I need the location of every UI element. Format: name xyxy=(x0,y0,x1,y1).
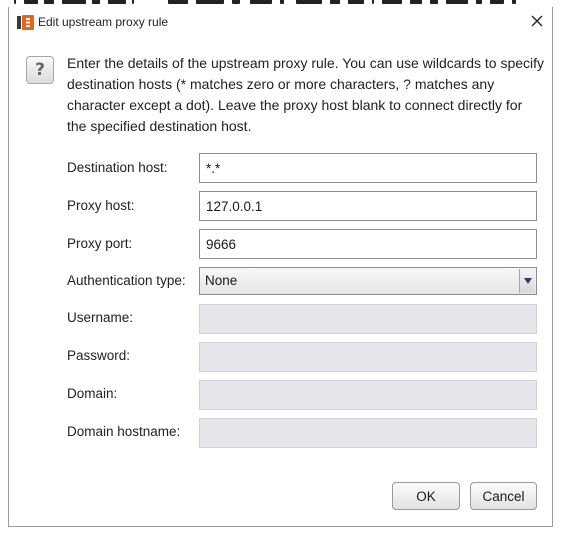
cancel-button[interactable]: Cancel xyxy=(470,482,537,510)
destination-host-label: Destination host: xyxy=(67,160,168,175)
domain-label: Domain: xyxy=(67,386,118,401)
domain-input[interactable] xyxy=(199,380,537,410)
proxy-host-input[interactable] xyxy=(199,191,537,221)
burp-logo-icon xyxy=(17,15,34,30)
question-mark-icon: ? xyxy=(26,56,54,84)
edit-upstream-proxy-rule-dialog: Edit upstream proxy rule ? Enter the det… xyxy=(8,7,553,527)
password-label: Password: xyxy=(67,348,131,363)
authentication-type-value: None xyxy=(205,273,238,288)
username-input[interactable] xyxy=(199,304,537,334)
ok-button[interactable]: OK xyxy=(392,482,460,510)
authentication-type-select[interactable]: None xyxy=(199,267,537,295)
username-label: Username: xyxy=(67,310,134,325)
dialog-description: Enter the details of the upstream proxy … xyxy=(67,55,545,134)
domain-hostname-label: Domain hostname: xyxy=(67,424,181,439)
close-icon xyxy=(531,15,543,27)
destination-host-input[interactable] xyxy=(199,153,537,183)
background-window-strip xyxy=(0,0,562,7)
proxy-host-label: Proxy host: xyxy=(67,198,135,213)
proxy-port-label: Proxy port: xyxy=(67,236,133,251)
password-input[interactable] xyxy=(199,342,537,372)
domain-hostname-input[interactable] xyxy=(199,418,537,448)
dropdown-arrow[interactable] xyxy=(519,269,535,293)
authentication-type-label: Authentication type: xyxy=(67,273,186,288)
chevron-down-icon xyxy=(523,278,532,284)
window-title: Edit upstream proxy rule xyxy=(38,15,169,29)
proxy-port-input[interactable] xyxy=(199,229,537,259)
title-bar[interactable]: Edit upstream proxy rule xyxy=(9,7,552,37)
close-button[interactable] xyxy=(526,10,548,32)
